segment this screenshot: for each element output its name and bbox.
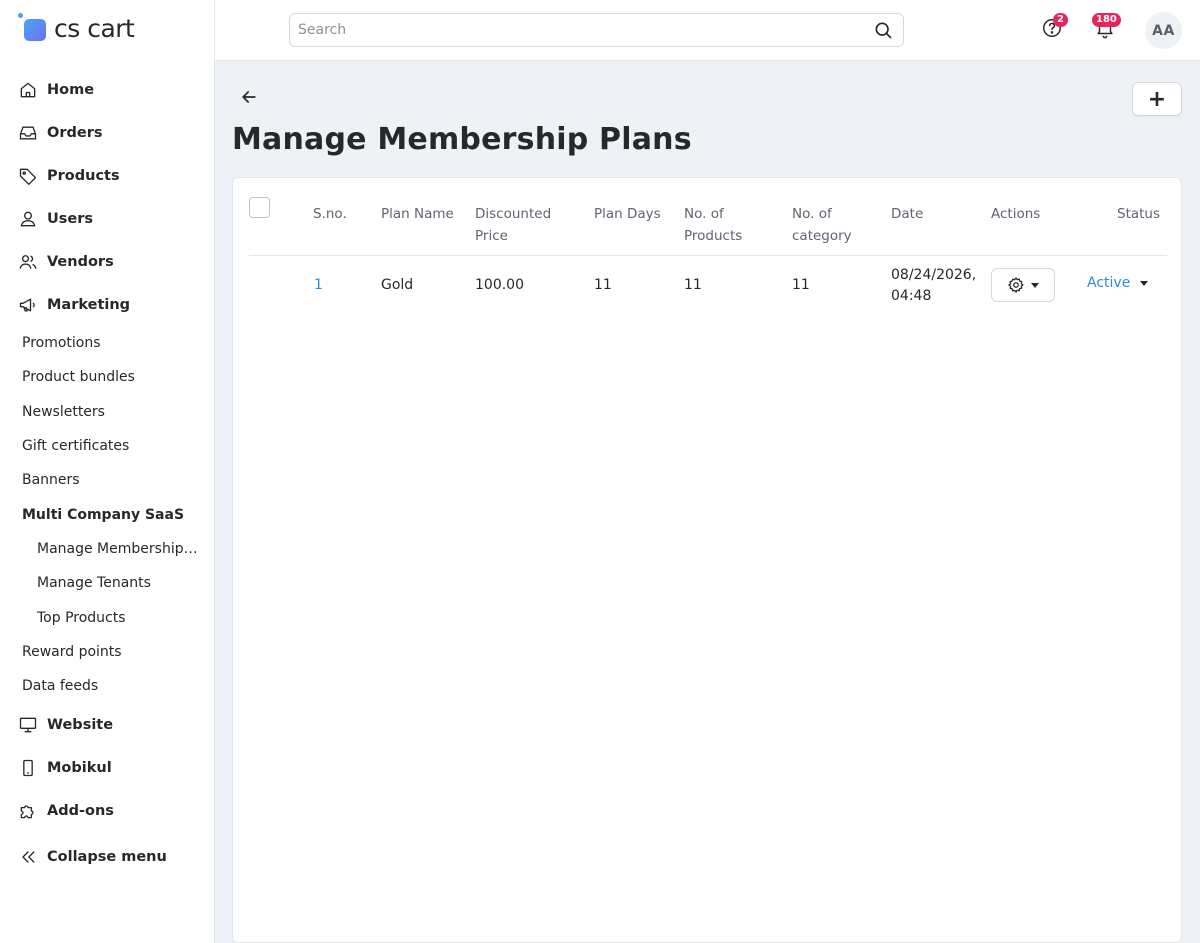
sidebar-item-orders[interactable]: Orders bbox=[0, 111, 215, 154]
sidebar-item-website[interactable]: Website bbox=[0, 703, 215, 746]
notifications-badge: 180 bbox=[1092, 13, 1121, 27]
page-title: Manage Membership Plans bbox=[232, 122, 692, 157]
mobile-icon bbox=[18, 758, 38, 778]
column-header-plan-name: Plan Name bbox=[381, 206, 454, 222]
column-header-plan-days: Plan Days bbox=[594, 206, 661, 222]
sidebar-subitem-multi-company-saas[interactable]: Multi Company SaaS bbox=[0, 497, 215, 531]
sidebar-item-products[interactable]: Products bbox=[0, 154, 215, 197]
select-all-checkbox[interactable] bbox=[249, 197, 270, 218]
user-icon bbox=[18, 209, 38, 229]
sidebar-item-home[interactable]: Home bbox=[0, 68, 215, 111]
sidebar-item-label: Users bbox=[47, 210, 94, 227]
sidebar-item-label: Mobikul bbox=[47, 759, 112, 776]
sidebar-item-label: Marketing bbox=[47, 296, 131, 313]
sidebar-subitem-promotions[interactable]: Promotions bbox=[0, 326, 215, 360]
sidebar-item-label: Orders bbox=[47, 124, 103, 141]
row-discounted-price: 100.00 bbox=[475, 277, 524, 293]
actions-dropdown-button[interactable] bbox=[991, 268, 1055, 302]
logo-text: cs cart bbox=[54, 13, 135, 43]
main-nav: Home Orders Products Users Vendors Marke… bbox=[0, 68, 215, 878]
search-box bbox=[289, 13, 904, 47]
help-button[interactable]: 2 bbox=[1039, 13, 1068, 43]
collapse-menu-button[interactable]: Collapse menu bbox=[0, 835, 215, 878]
home-icon bbox=[18, 80, 38, 100]
column-header-discounted-price: Discounted Price bbox=[475, 206, 552, 244]
logo-icon bbox=[18, 13, 48, 43]
sidebar-item-users[interactable]: Users bbox=[0, 197, 215, 240]
sidebar-subitem-manage-tenants[interactable]: Manage Tenants bbox=[0, 566, 215, 600]
sidebar-subitem-data-feeds[interactable]: Data feeds bbox=[0, 669, 215, 703]
row-sno-link[interactable]: 1 bbox=[314, 275, 323, 296]
membership-plans-table: S.no. Plan Name Discounted Price Plan Da… bbox=[232, 177, 1182, 943]
row-plan-name: Gold bbox=[381, 277, 414, 293]
avatar[interactable]: AA bbox=[1145, 12, 1182, 49]
sidebar-subitem-top-products[interactable]: Top Products bbox=[0, 600, 215, 634]
chevrons-left-icon bbox=[18, 847, 38, 867]
row-plan-days: 11 bbox=[594, 277, 612, 293]
sidebar-item-add-ons[interactable]: Add-ons bbox=[0, 789, 215, 832]
sidebar-subitem-product-bundles[interactable]: Product bundles bbox=[0, 360, 215, 394]
top-header: 2 180 AA bbox=[215, 0, 1200, 61]
sidebar-subitem-banners[interactable]: Banners bbox=[0, 463, 215, 497]
search-input[interactable] bbox=[290, 14, 863, 46]
status-label: Active bbox=[1087, 275, 1131, 291]
sidebar-subitem-manage-membership-plans[interactable]: Manage Membership Plans bbox=[0, 532, 215, 566]
sidebar-item-label: Home bbox=[47, 81, 95, 98]
chevron-down-icon bbox=[1031, 282, 1039, 288]
sidebar-item-marketing[interactable]: Marketing bbox=[0, 283, 215, 326]
puzzle-icon bbox=[18, 801, 38, 821]
search-icon[interactable] bbox=[863, 14, 903, 46]
add-plan-button[interactable]: + bbox=[1132, 82, 1182, 116]
column-header-actions: Actions bbox=[991, 206, 1041, 222]
back-button[interactable] bbox=[236, 86, 262, 112]
tag-icon bbox=[18, 166, 38, 186]
arrow-left-icon bbox=[239, 87, 259, 111]
column-header-status: Status bbox=[1117, 206, 1161, 222]
column-header-date: Date bbox=[891, 206, 924, 222]
column-header-no-of-products: No. of Products bbox=[684, 206, 743, 244]
cs-cart-logo[interactable]: cs cart bbox=[18, 12, 135, 44]
sidebar-subitem-reward-points[interactable]: Reward points bbox=[0, 635, 215, 669]
sidebar-item-mobikul[interactable]: Mobikul bbox=[0, 746, 215, 789]
sidebar-subitem-gift-certificates[interactable]: Gift certificates bbox=[0, 429, 215, 463]
sidebar-subitem-newsletters[interactable]: Newsletters bbox=[0, 395, 215, 429]
sidebar-item-label: Vendors bbox=[47, 253, 114, 270]
gear-icon bbox=[1007, 276, 1025, 294]
column-header-no-of-category: No. of category bbox=[792, 206, 852, 244]
collapse-menu-label: Collapse menu bbox=[47, 848, 167, 865]
header-divider bbox=[249, 255, 1167, 256]
megaphone-icon bbox=[18, 295, 38, 315]
monitor-icon bbox=[18, 715, 38, 735]
inbox-icon bbox=[18, 123, 38, 143]
help-badge: 2 bbox=[1053, 13, 1068, 27]
sidebar: cs cart Home Orders Products Users Vendo… bbox=[0, 0, 215, 943]
sidebar-item-label: Website bbox=[47, 716, 114, 733]
row-date: 08/24/2026, 04:48 bbox=[891, 267, 977, 304]
notifications-button[interactable]: 180 bbox=[1092, 13, 1121, 43]
sidebar-item-label: Add-ons bbox=[47, 802, 114, 819]
sidebar-item-vendors[interactable]: Vendors bbox=[0, 240, 215, 283]
row-no-of-products: 11 bbox=[684, 277, 702, 293]
column-header-sno: S.no. bbox=[313, 206, 347, 222]
status-dropdown[interactable]: Active bbox=[1087, 275, 1149, 291]
row-no-of-category: 11 bbox=[792, 277, 810, 293]
chevron-down-icon bbox=[1140, 280, 1149, 286]
users-icon bbox=[18, 252, 38, 272]
sidebar-item-label: Products bbox=[47, 167, 120, 184]
